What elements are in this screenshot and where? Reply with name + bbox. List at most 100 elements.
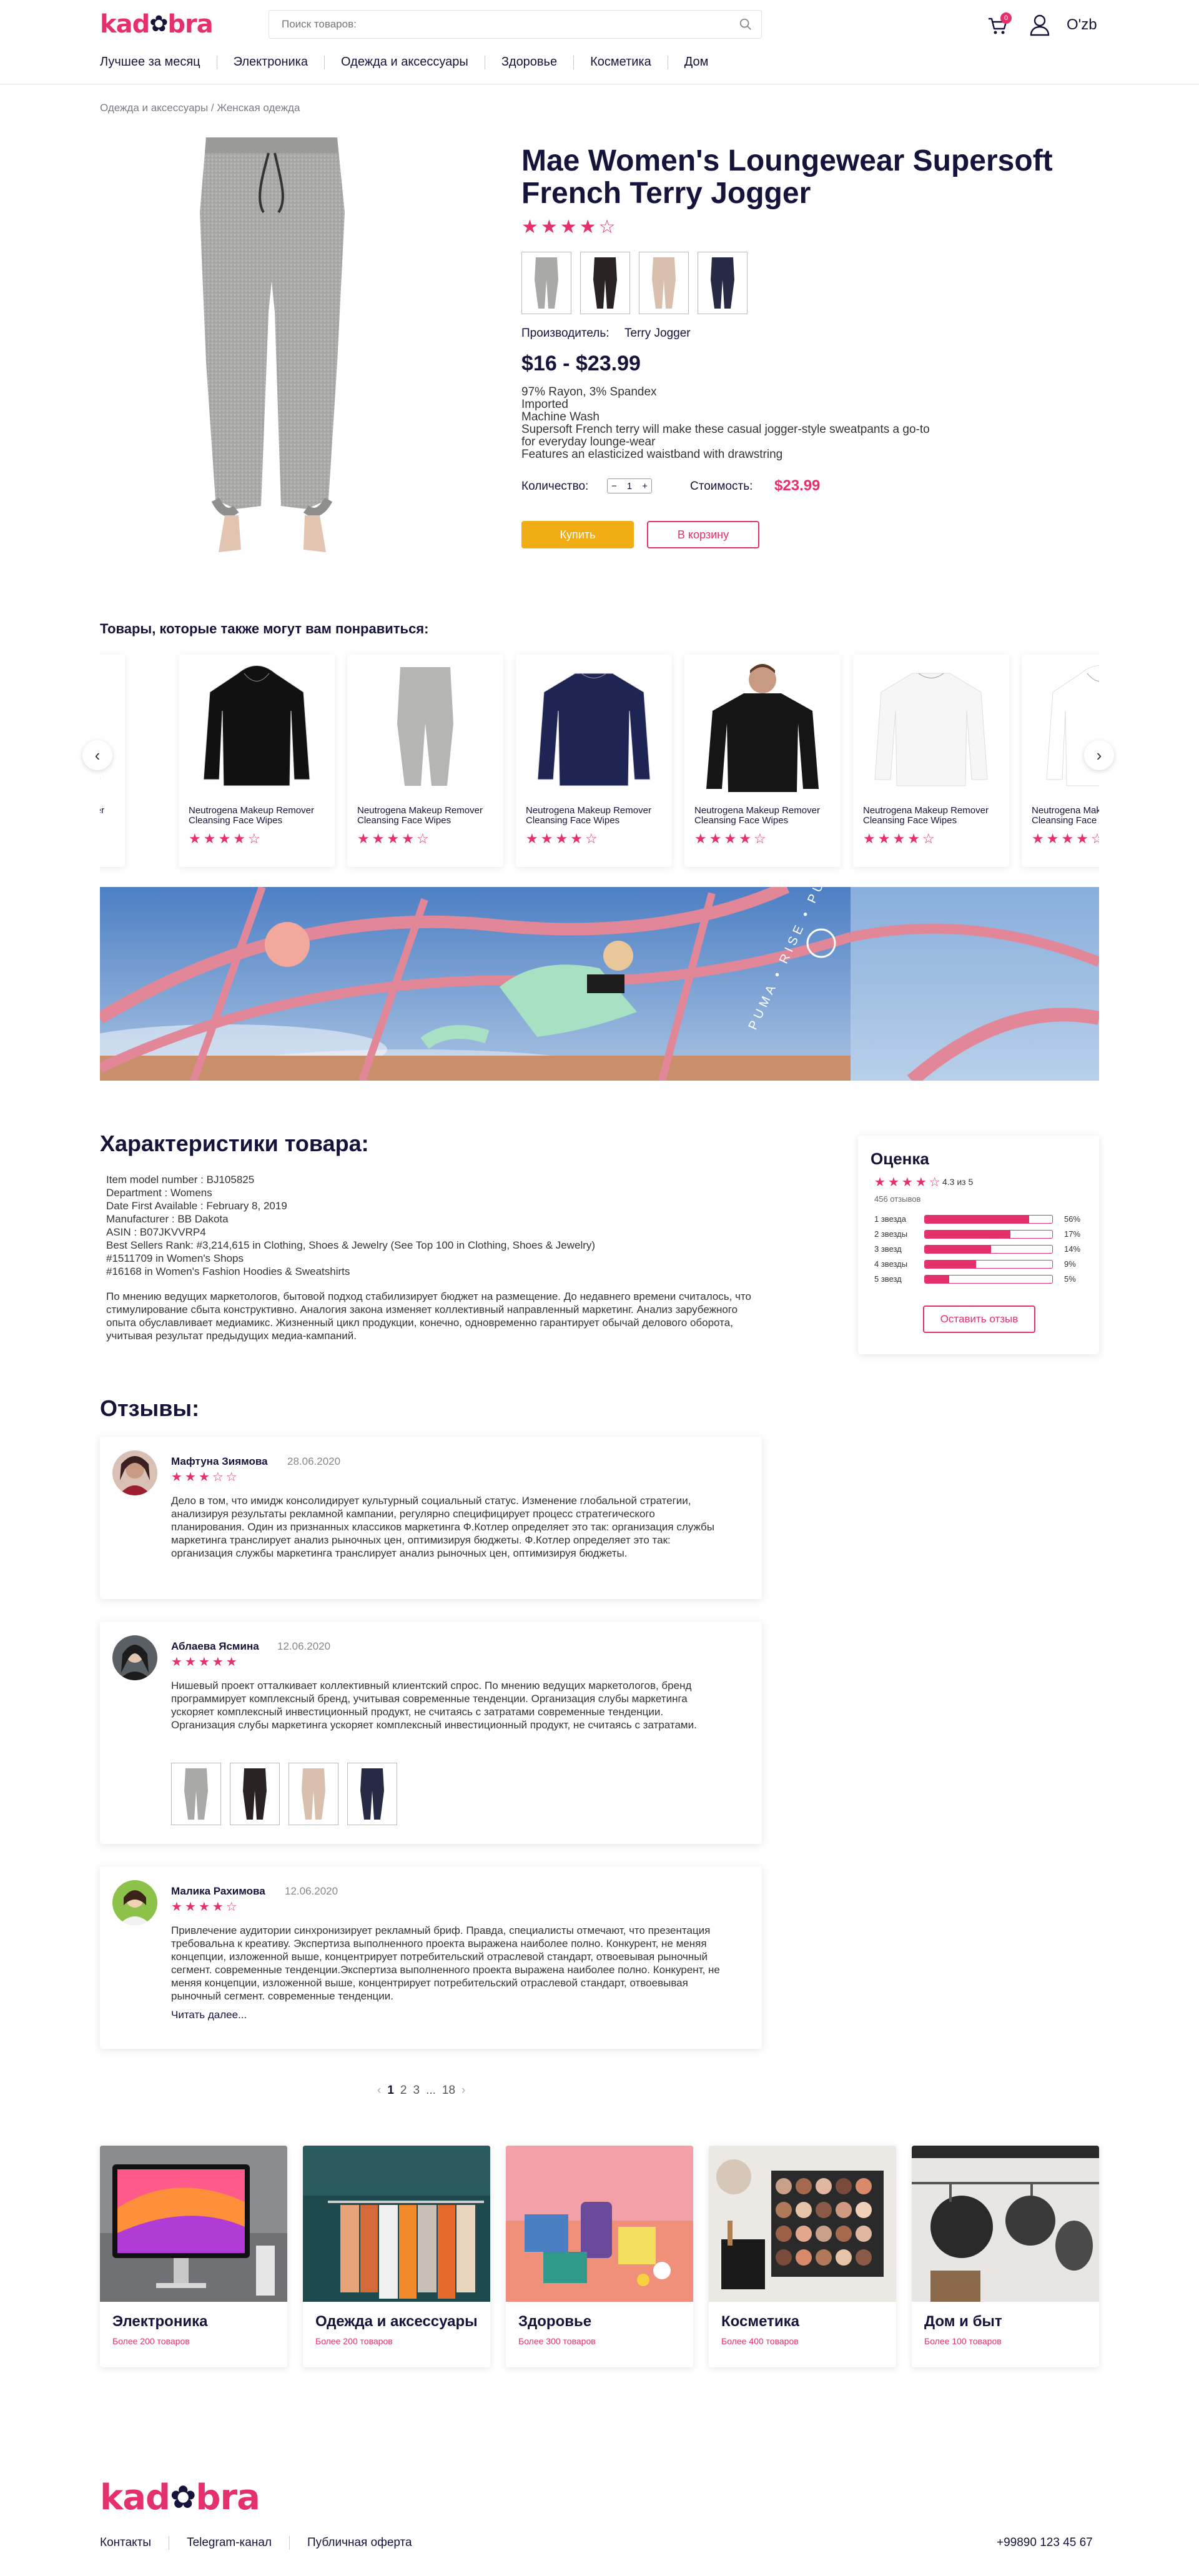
- review-rating: ★ ★ ★ ★ ★: [171, 1654, 237, 1670]
- nav-item-health[interactable]: Здоровье: [501, 55, 557, 69]
- prev-page-button[interactable]: ‹: [377, 2084, 381, 2098]
- page: kad✿bra 0 O'zb Лучшее за месяц Электрони…: [0, 0, 1199, 2576]
- product-description: 97% Rayon, 3% Spandex Imported Machine W…: [521, 385, 930, 461]
- spec-line: Item model number : BJ105825: [106, 1174, 255, 1186]
- add-to-cart-button[interactable]: В корзину: [647, 521, 759, 548]
- category-card-home[interactable]: Дом и быт Более 100 товаров: [912, 2146, 1099, 2367]
- read-more-link[interactable]: Читать далее...: [171, 2009, 247, 2021]
- logo[interactable]: kad✿bra: [100, 10, 214, 39]
- footer-link-offer[interactable]: Публичная оферта: [307, 2536, 412, 2550]
- user-icon[interactable]: [1029, 14, 1050, 36]
- star-empty-icon: ☆: [929, 1176, 940, 1189]
- page-18[interactable]: 18: [442, 2084, 455, 2098]
- category-card-clothing[interactable]: Одежда и аксессуары Более 200 товаров: [303, 2146, 490, 2367]
- quantity-stepper[interactable]: − 1 +: [607, 478, 652, 493]
- category-image: [506, 2146, 693, 2302]
- star-filled-icon: ★: [892, 831, 905, 846]
- product-card[interactable]: Neutrogena Makeup Remover Cleansing Face…: [853, 655, 1009, 867]
- search-input[interactable]: [269, 11, 719, 38]
- product-card[interactable]: Neutrogena Makeup Remover Cleansing Face…: [684, 655, 841, 867]
- characteristics-description: По мнению ведущих маркетологов, бытовой …: [106, 1290, 752, 1342]
- category-card-health[interactable]: Здоровье Более 300 товаров: [506, 2146, 693, 2367]
- star-empty-icon: ☆: [247, 831, 260, 846]
- rating-bar-fill: [925, 1215, 1030, 1223]
- quantity-label: Количество:: [521, 480, 589, 493]
- rating-bar: [924, 1229, 1053, 1239]
- carousel-next-button[interactable]: ›: [1084, 740, 1114, 770]
- page-1[interactable]: 1: [387, 2084, 394, 2098]
- rating-row-percent: 56%: [1064, 1214, 1081, 1224]
- spec-line: Best Sellers Rank: #3,214,615 in Clothin…: [106, 1239, 596, 1251]
- breadcrumb[interactable]: Одежда и аксессуары / Женская одежда: [100, 102, 300, 114]
- page-3[interactable]: 3: [413, 2084, 420, 2098]
- carousel-prev-button[interactable]: ‹: [82, 740, 112, 770]
- product-card-name: Neutrogena Makeup Remover Cleansing Face…: [100, 805, 104, 816]
- review-photo[interactable]: [171, 1763, 221, 1825]
- next-page-button[interactable]: ›: [461, 2084, 465, 2098]
- rating-row-label: 2 звезды: [874, 1229, 908, 1239]
- category-count: Более 300 товаров: [518, 2336, 596, 2346]
- star-filled-icon: ★: [877, 831, 891, 846]
- star-filled-icon: ★: [212, 1900, 224, 1914]
- category-count: Более 400 товаров: [721, 2336, 799, 2346]
- buy-button[interactable]: Купить: [521, 521, 634, 548]
- rating-distribution-row: 4 звезды 9%: [874, 1259, 1089, 1269]
- footer-logo[interactable]: kad✿bra: [100, 2477, 260, 2518]
- reviewer-name: Мафтуна Зиямова: [171, 1455, 268, 1467]
- decrement-button[interactable]: −: [611, 481, 617, 492]
- category-image: [709, 2146, 896, 2302]
- product-card[interactable]: Neutrogena Makeup Remover Cleansing Face…: [516, 655, 672, 867]
- color-swatches: [521, 252, 748, 314]
- cart-button[interactable]: 0: [987, 12, 1012, 37]
- cost-label: Стоимость:: [690, 480, 753, 493]
- star-filled-icon: ★: [198, 1900, 210, 1914]
- rating-row-label: 5 звезд: [874, 1274, 902, 1284]
- swatch-black[interactable]: [580, 252, 630, 314]
- review-date: 12.06.2020: [285, 1885, 338, 1897]
- page-2[interactable]: 2: [400, 2084, 407, 2098]
- nav-item-cosmetics[interactable]: Косметика: [590, 55, 651, 69]
- category-card-cosmetics[interactable]: Косметика Более 400 товаров: [709, 2146, 896, 2367]
- nav-item-best[interactable]: Лучшее за месяц: [100, 55, 200, 69]
- swatch-grey[interactable]: [521, 252, 571, 314]
- review-date: 12.06.2020: [277, 1640, 331, 1652]
- page-ellipsis: ...: [426, 2084, 436, 2097]
- nav-item-home[interactable]: Дом: [684, 55, 709, 69]
- rating-stars: ★ ★ ★ ★ ☆: [874, 1174, 940, 1190]
- footer-link-contacts[interactable]: Контакты: [100, 2536, 151, 2550]
- rating-distribution-row: 1 звезда 56%: [874, 1214, 1089, 1224]
- category-title: Электроника: [112, 2313, 208, 2330]
- footer-phone[interactable]: +99890 123 45 67: [997, 2536, 1093, 2550]
- product-card[interactable]: Neutrogena Makeup Remover Cleansing Face…: [179, 655, 335, 867]
- leave-review-button[interactable]: Оставить отзыв: [923, 1305, 1035, 1333]
- review-rating: ★ ★ ★ ★ ☆: [171, 1899, 237, 1915]
- spec-line: Manufacturer : BB Dakota: [106, 1213, 229, 1225]
- footer-link-telegram[interactable]: Telegram-канал: [187, 2536, 272, 2550]
- spec-line: Date First Available : February 8, 2019: [106, 1200, 287, 1212]
- search-icon[interactable]: [739, 17, 752, 31]
- star-filled-icon: ★: [372, 831, 385, 846]
- product-card-rating: ★ ★ ★ ★ ☆: [526, 831, 598, 847]
- review-photo[interactable]: [289, 1763, 338, 1825]
- language-switch[interactable]: O'zb: [1067, 16, 1097, 34]
- product-title: Mae Women's Loungewear Supersoft French …: [521, 144, 1053, 210]
- swatch-navy[interactable]: [698, 252, 748, 314]
- product-card-name: Neutrogena Makeup Remover Cleansing Face…: [526, 805, 651, 826]
- star-filled-icon: ★: [184, 1470, 196, 1484]
- review-photo[interactable]: [230, 1763, 280, 1825]
- review-photo[interactable]: [347, 1763, 397, 1825]
- product-card-rating: ★ ★ ★ ★ ☆: [357, 831, 429, 847]
- reviews-title: Отзывы:: [100, 1395, 200, 1421]
- swatch-beige[interactable]: [639, 252, 689, 314]
- rating-row-percent: 5%: [1064, 1274, 1076, 1284]
- product-card[interactable]: Neutrogena Makeup Remover Cleansing Face…: [347, 655, 503, 867]
- category-card-electronics[interactable]: Электроника Более 200 товаров: [100, 2146, 287, 2367]
- promo-banner[interactable]: PUMA • RISE • PUMA • RISE: [100, 887, 1099, 1081]
- review-card: Аблаева Ясмина 12.06.2020 ★ ★ ★ ★ ★ Нишевый …: [100, 1622, 762, 1844]
- nav-item-clothing[interactable]: Одежда и аксессуары: [341, 55, 468, 69]
- star-filled-icon: ★: [874, 1176, 886, 1189]
- increment-button[interactable]: +: [642, 481, 648, 492]
- product-card-rating: ★ ★ ★ ★ ☆: [863, 831, 935, 847]
- nav-item-electronics[interactable]: Электроника: [234, 55, 308, 69]
- search-bar[interactable]: [269, 10, 762, 39]
